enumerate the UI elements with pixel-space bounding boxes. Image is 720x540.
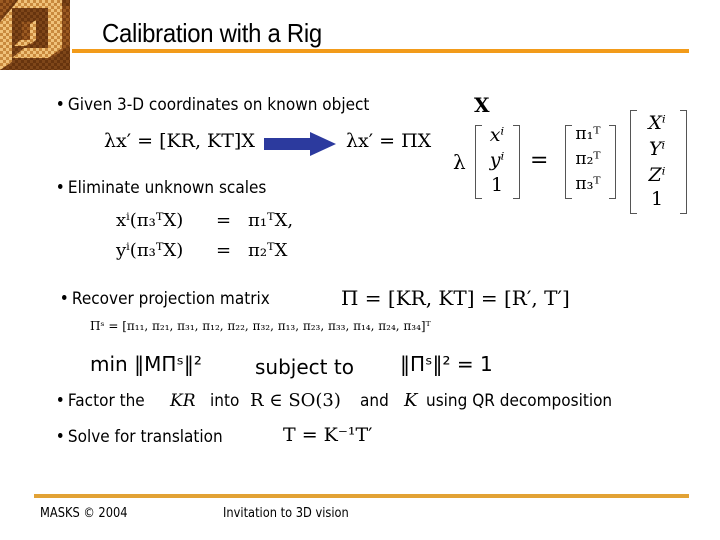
rhs-Y: Yⁱ [648, 138, 666, 160]
left-bracket [630, 110, 637, 214]
equation-constraint: ‖Πˢ‖² = 1 [400, 352, 493, 376]
bullet-factor-kr: Factor the [58, 391, 145, 411]
right-bracket [680, 110, 687, 214]
equation-min-objective: min ‖MΠˢ‖² [90, 352, 202, 376]
equation-translation: T = K⁻¹T′ [283, 424, 373, 446]
bullet-text: Solve for translation [67, 427, 223, 447]
bullet-dot-icon [62, 294, 67, 300]
bullet-dot-icon [58, 396, 63, 402]
pi-row-2: π₂ᵀ [575, 149, 601, 169]
title-divider [72, 49, 689, 53]
eliminate-eq-1-rhs: π₁ᵀX, [248, 210, 294, 231]
eliminate-eq-1-lhs: xⁱ(π₃ᵀX) [116, 210, 184, 231]
X-label: X [474, 93, 490, 117]
left-bracket [565, 125, 572, 199]
logo [0, 0, 70, 70]
bullet-text: Recover projection matrix [71, 289, 270, 309]
bullet-given-coordinates: Given 3-D coordinates on known object [58, 95, 369, 115]
matrix-equals: = [530, 148, 549, 173]
matrix-lambda: λ [453, 150, 466, 174]
footer-center: Invitation to 3D vision [223, 506, 349, 521]
right-bracket [513, 125, 520, 199]
R-in-SO3: R ∈ SO(3) [250, 390, 341, 411]
right-arrow-icon [264, 132, 336, 156]
bullet-recover-projection: Recover projection matrix [62, 289, 270, 309]
footer-divider [34, 494, 689, 498]
bullet-text: Factor the [67, 391, 145, 411]
rhs-X: Xⁱ [648, 112, 666, 134]
equation-projection-short: λx′ = ΠX [346, 130, 432, 152]
footer-left: MASKS © 2004 [40, 506, 128, 521]
K-symbol: K [404, 390, 418, 411]
equation-projection-full: λx′ = [KR, KT]X [104, 130, 255, 152]
rhs-Z: Zⁱ [648, 164, 666, 186]
slide-title: Calibration with a Rig [102, 18, 322, 48]
equation-pi-s-vector: Πˢ = [π₁₁, π₂₁, π₃₁, π₁₂, π₂₂, π₃₂, π₁₃,… [90, 319, 431, 333]
bullet-text: Eliminate unknown scales [67, 178, 267, 198]
bullet-dot-icon [58, 432, 63, 438]
qr-label: using QR decomposition [426, 391, 613, 411]
eliminate-eq-2-rhs: π₂ᵀX [248, 240, 288, 261]
checkered-cube-logo-icon [0, 0, 70, 70]
right-bracket [609, 125, 616, 199]
and-label: and [360, 391, 389, 411]
lhs-one: 1 [490, 174, 504, 196]
subject-to-label: subject to [255, 355, 354, 379]
equation-pi-definition: Π = [KR, KT] = [R′, T′] [341, 286, 570, 310]
eliminate-eq-2-equals: = [216, 240, 232, 261]
eliminate-eq-2-lhs: yⁱ(π₃ᵀX) [116, 240, 184, 261]
bullet-dot-icon [58, 100, 63, 106]
left-bracket [475, 125, 482, 199]
bullet-eliminate-scales: Eliminate unknown scales [58, 178, 266, 198]
pi-row-3: π₃ᵀ [575, 174, 601, 194]
eliminate-eq-1-equals: = [216, 210, 232, 231]
lhs-x: xⁱ [489, 124, 505, 146]
bullet-solve-translation: Solve for translation [58, 427, 223, 447]
into-label: into [210, 391, 240, 411]
bullet-text: Given 3-D coordinates on known object [67, 95, 370, 115]
pi-row-1: π₁ᵀ [575, 124, 601, 144]
lhs-y: yⁱ [489, 149, 505, 171]
bullet-dot-icon [58, 183, 63, 189]
KR-symbol: KR [170, 391, 196, 411]
rhs-one: 1 [650, 188, 664, 210]
